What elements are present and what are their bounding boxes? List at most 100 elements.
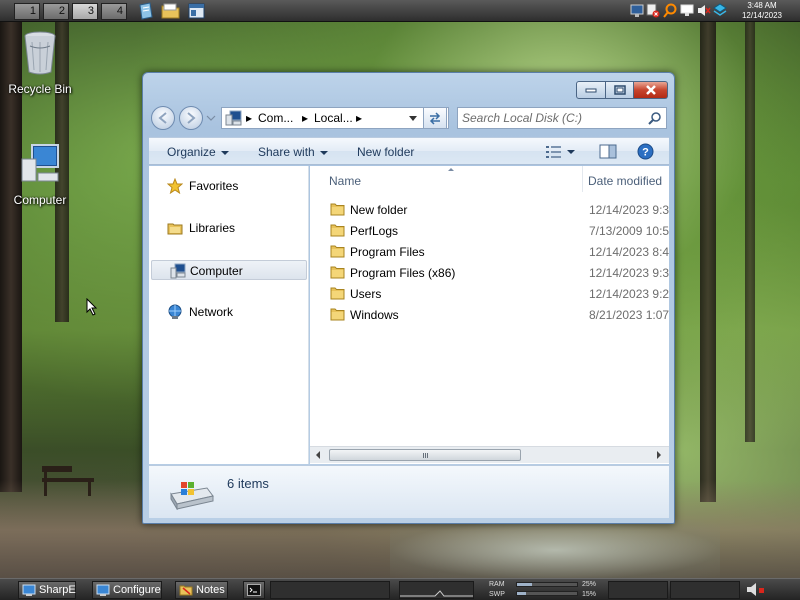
workspace-label: 2 (58, 5, 65, 17)
folder-icon (330, 308, 345, 321)
address-bar[interactable]: ▸ Com... ▸ Local... ▸ (221, 107, 449, 129)
breadcrumb-separator[interactable]: ▸ (302, 111, 308, 125)
sharpe-icon (22, 584, 36, 596)
network-icon (168, 304, 182, 319)
file-name: Program Files (x86) (350, 266, 456, 280)
column-header-name[interactable]: Name (310, 166, 583, 192)
workspace-1-button[interactable]: 1 (14, 3, 40, 20)
forward-arrow-icon (187, 112, 196, 124)
star-icon (167, 178, 183, 194)
speaker-muted-icon[interactable] (746, 582, 766, 597)
preview-pane-icon[interactable] (599, 144, 617, 159)
breadcrumb-separator[interactable]: ▸ (356, 111, 362, 125)
folder-icon (330, 266, 345, 279)
address-dropdown-icon[interactable] (408, 115, 418, 122)
file-row[interactable]: Users 12/14/2023 9:28 (310, 283, 669, 304)
file-date: 7/13/2009 10:50 (589, 224, 669, 238)
task-sharpe[interactable]: SharpE (18, 581, 76, 599)
file-list: Name Date modified New folder 12/14/2023… (310, 166, 669, 464)
folder-icon[interactable] (161, 2, 180, 20)
explorer-window[interactable]: ▸ Com... ▸ Local... ▸ Organize Share wit… (142, 72, 675, 524)
horizontal-scrollbar[interactable] (310, 446, 669, 463)
view-dropdown-icon[interactable] (567, 150, 575, 154)
search-input[interactable] (462, 110, 642, 126)
nav-item-favorites[interactable]: Favorites (149, 176, 307, 196)
nav-item-libraries[interactable]: Libraries (149, 218, 307, 238)
new-folder-button[interactable]: New folder (357, 145, 414, 159)
close-button[interactable] (634, 81, 668, 99)
share-with-button[interactable]: Share with (258, 145, 328, 159)
nav-item-label: Libraries (189, 221, 236, 235)
workspace-label: 1 (29, 5, 36, 17)
clock[interactable]: 3:48 AM 12/14/2023 (732, 0, 792, 22)
scrollbar-thumb[interactable] (329, 449, 521, 461)
breadcrumb-local-disk[interactable]: Local... (314, 111, 353, 125)
details-pane: 6 items (149, 465, 669, 518)
close-icon (645, 85, 656, 95)
display-icon[interactable] (680, 3, 694, 18)
file-row[interactable]: Windows 8/21/2023 1:07 A (310, 304, 669, 325)
workspace-3-button[interactable]: 3 (72, 3, 98, 20)
search-icon[interactable] (648, 111, 662, 125)
desktop-icon-label: Recycle Bin (8, 82, 72, 96)
taskbar: SharpE Configure Notes RAM 25% SWP 15% (0, 578, 800, 600)
notes-icon (179, 585, 193, 596)
file-row[interactable]: Program Files 12/14/2023 8:42 (310, 241, 669, 262)
view-options-icon[interactable] (545, 145, 563, 159)
search-box[interactable] (457, 107, 667, 129)
monitor-icon[interactable] (630, 3, 644, 18)
wallpaper-tree-right-2 (745, 22, 755, 442)
breadcrumb-computer[interactable]: Com... (258, 111, 293, 125)
file-name: Windows (350, 308, 399, 322)
task-notes[interactable]: Notes (175, 581, 228, 599)
column-header-label: Date modified (588, 174, 663, 188)
folder-icon (330, 224, 345, 237)
minimize-button[interactable] (576, 81, 606, 99)
organize-button[interactable]: Organize (167, 145, 229, 159)
refresh-icon (429, 112, 441, 125)
breadcrumb-separator[interactable]: ▸ (246, 111, 252, 125)
refresh-button[interactable] (423, 107, 447, 129)
hard-drive-icon (170, 482, 214, 510)
task-terminal[interactable] (243, 581, 265, 599)
scroll-left-icon[interactable] (316, 451, 320, 459)
file-name: Program Files (350, 245, 425, 259)
file-row[interactable]: New folder 12/14/2023 9:34 (310, 199, 669, 220)
column-header-date-modified[interactable]: Date modified (583, 166, 669, 192)
task-label: SharpE (39, 584, 76, 596)
ram-bar-fill (517, 583, 532, 586)
layers-icon[interactable] (713, 3, 727, 18)
desktop-icon-recycle-bin[interactable]: Recycle Bin (0, 30, 80, 96)
maximize-button[interactable] (606, 81, 634, 99)
nav-item-computer[interactable]: Computer (151, 260, 307, 280)
back-arrow-icon (158, 112, 167, 124)
volume-muted-icon[interactable] (697, 3, 711, 18)
back-button[interactable] (151, 106, 175, 130)
volume-slider[interactable] (670, 581, 740, 599)
task-configure[interactable]: Configure (92, 581, 162, 599)
file-name: New folder (350, 203, 408, 217)
help-icon[interactable]: ? (637, 143, 654, 160)
nav-item-network[interactable]: Network (149, 302, 307, 322)
window-icon[interactable] (187, 2, 206, 20)
forward-button[interactable] (179, 106, 203, 130)
workspace-4-button[interactable]: 4 (101, 3, 127, 20)
task-label: Configure (113, 584, 161, 596)
scroll-right-icon[interactable] (657, 451, 661, 459)
file-row[interactable]: Program Files (x86) 12/14/2023 9:32 (310, 262, 669, 283)
clock-date: 12/14/2023 (741, 11, 783, 20)
desktop-icon-computer[interactable]: Computer (0, 143, 80, 207)
top-panel: 1 2 3 4 3:48 AM 12/14/2023 (0, 0, 800, 22)
ram-bar (516, 582, 578, 587)
recent-pages-chevron-icon[interactable] (206, 114, 216, 122)
file-name: PerfLogs (350, 224, 399, 238)
search-icon[interactable] (663, 3, 677, 18)
workspace-2-button[interactable]: 2 (43, 3, 69, 20)
workspace-label: 4 (116, 5, 123, 17)
wallpaper-tree-right (700, 22, 716, 502)
file-row[interactable]: PerfLogs 7/13/2009 10:50 (310, 220, 669, 241)
mouse-cursor-icon (86, 298, 98, 316)
network-error-icon[interactable] (646, 3, 660, 18)
desktop-icon-label: Computer (13, 193, 67, 207)
notepad-icon[interactable] (136, 2, 155, 20)
